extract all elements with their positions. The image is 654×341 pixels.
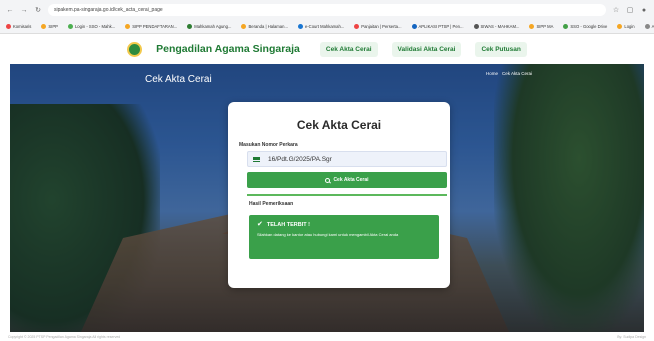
bookmark-item[interactable]: SIPP MA (529, 24, 553, 29)
site-footer: Copyright © 2025 PTSP Pengadilan Agama S… (0, 332, 654, 341)
breadcrumb-home[interactable]: Home (486, 71, 498, 76)
nav-cek-putusan[interactable]: Cek Putusan (475, 41, 527, 57)
bookmark-item[interactable]: Login (617, 24, 635, 29)
bookmark-favicon-icon (125, 24, 131, 29)
url-text: sipakem.pa-singaraja.go.id/cek_acta_cera… (54, 7, 163, 13)
browser-address-bar: ← → ↻ sipakem.pa-singaraja.go.id/cek_act… (0, 0, 654, 20)
bookmark-item[interactable]: e-Court Mahkamah... (297, 24, 345, 29)
bookmark-favicon-icon (354, 24, 360, 29)
bookmark-favicon-icon (529, 24, 535, 29)
extensions-icon[interactable]: ▢ (626, 6, 634, 14)
bookmarks-bar: Komisaris SIPP Login - SSO - Mahk... SIPP P… (0, 20, 654, 34)
case-number-label: Masukan Nomor Perkara (239, 142, 298, 148)
bookmark-item[interactable]: SIPP PENDAFTARAN... (125, 24, 177, 29)
case-number-field[interactable] (247, 151, 447, 167)
bookmark-favicon-icon (241, 24, 247, 29)
bookmark-item[interactable]: APLIKASI PTSP | Pen... (411, 24, 464, 29)
url-field[interactable]: sipakem.pa-singaraja.go.id/cek_acta_cera… (48, 4, 606, 16)
star-icon[interactable]: ☆ (612, 6, 620, 14)
check-icon: ✔ (257, 221, 263, 228)
cek-akta-cerai-button[interactable]: Cek Akta Cerai (247, 172, 447, 188)
page-title: Cek Akta Cerai (145, 74, 212, 85)
bookmark-label: SIWAS - MAHKAM... (480, 24, 520, 29)
alert-message: Silahkan datang ke kantor atau hubungi k… (257, 232, 399, 237)
site-navbar: Pengadilan Agama Singaraja Cek Akta Cera… (0, 34, 654, 64)
bookmark-favicon-icon (297, 24, 303, 29)
bookmark-favicon-icon (6, 24, 11, 29)
cek-button-label: Cek Akta Cerai (333, 177, 369, 183)
list-icon (253, 156, 260, 162)
profile-icon[interactable]: ● (640, 6, 648, 14)
bookmark-label: SIPP PENDAFTARAN... (132, 24, 178, 29)
reload-icon[interactable]: ↻ (34, 6, 42, 14)
bookmark-favicon-icon (411, 24, 417, 29)
back-icon[interactable]: ← (6, 6, 14, 14)
court-logo-icon[interactable] (127, 41, 143, 57)
bookmark-label: e-Court Mahkamah... (304, 24, 345, 29)
bookmark-favicon-icon (187, 24, 193, 29)
result-panel: Hasil Pemeriksaan ✔ TELAH TERBIT ! Silah… (247, 194, 447, 259)
bookmark-label: Komisaris (13, 24, 32, 29)
bookmark-item[interactable]: Komisaris (6, 24, 31, 29)
case-number-input[interactable] (268, 155, 438, 163)
bookmark-item[interactable]: Mahkamah Agung... (187, 24, 231, 29)
bookmark-label: SSO - Google Drive (570, 24, 608, 29)
bookmark-label: Beranda | Halaman... (248, 24, 288, 29)
footer-credit: By: Sudipa Design (617, 334, 646, 339)
footer-copyright: Copyright © 2025 PTSP Pengadilan Agama S… (8, 334, 121, 339)
bookmark-label: Mahkamah Agung... (194, 24, 232, 29)
bookmark-favicon-icon (67, 24, 73, 29)
bookmark-label: APLIKASI PTSP | Pen... (418, 24, 464, 29)
nav-validasi-akta-cerai[interactable]: Validasi Akta Cerai (391, 41, 462, 57)
site-brand[interactable]: Pengadilan Agama Singaraja (156, 43, 300, 55)
result-heading: Hasil Pemeriksaan (249, 201, 294, 207)
bookmark-favicon-icon (617, 24, 623, 29)
alert-title: TELAH TERBIT ! (266, 221, 310, 228)
bookmark-label: SIPP MA (536, 24, 554, 29)
bookmark-item[interactable]: SSO - Google Drive (563, 24, 607, 29)
bookmark-item[interactable]: Login - SSO - Mahk... (67, 24, 116, 29)
breadcrumb: Home Cek Akta Cerai (486, 71, 532, 76)
bookmark-label: Login (624, 24, 635, 29)
bookmark-favicon-icon (473, 24, 479, 29)
bookmark-label: Panjaitan | Perserta... (361, 24, 402, 29)
bookmark-item[interactable]: Beranda | Halaman... (241, 24, 288, 29)
bookmark-favicon-icon (563, 24, 569, 29)
bookmark-item[interactable]: Panjaitan | Perserta... (354, 24, 402, 29)
search-card: Cek Akta Cerai Masukan Nomor Perkara Cek… (228, 102, 450, 288)
bookmark-label: Login - SSO - Mahk... (74, 24, 116, 29)
breadcrumb-current: Cek Akta Cerai (501, 71, 532, 76)
card-title: Cek Akta Cerai (296, 118, 382, 132)
forward-icon[interactable]: → (20, 6, 28, 14)
bookmark-favicon-icon (644, 24, 650, 29)
search-icon (325, 177, 331, 183)
result-alert: ✔ TELAH TERBIT ! Silahkan datang ke kant… (249, 215, 439, 259)
bookmark-favicon-icon (41, 24, 47, 29)
bookmark-label: SIPP (48, 24, 58, 29)
bookmark-item[interactable]: All Bookm (644, 24, 654, 29)
bookmark-item[interactable]: SIPP (41, 24, 58, 29)
bookmark-item[interactable]: SIWAS - MAHKAM... (473, 24, 520, 29)
nav-cek-akta-cerai[interactable]: Cek Akta Cerai (319, 41, 378, 57)
